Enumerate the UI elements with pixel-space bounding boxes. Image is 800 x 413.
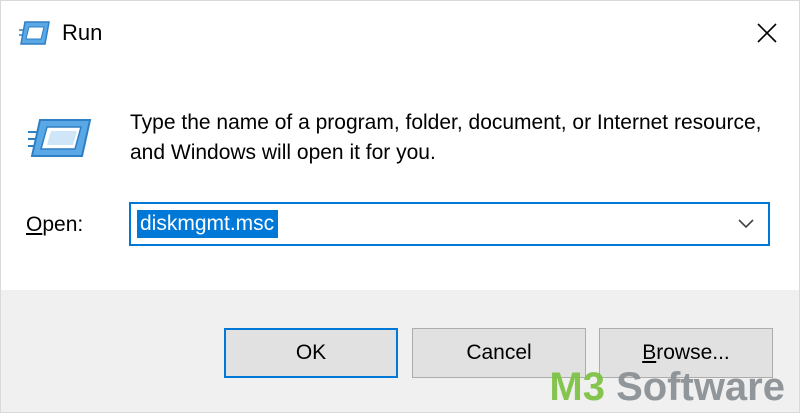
open-label-text: pen:	[42, 213, 84, 236]
instruction-text: Type the name of a program, folder, docu…	[130, 111, 762, 164]
browse-accelerator: B	[642, 341, 657, 364]
chevron-down-icon	[738, 219, 754, 229]
open-label-accelerator: O	[26, 213, 43, 236]
run-icon	[19, 21, 50, 45]
run-icon	[28, 119, 92, 157]
run-dialog: Run Type the name of a program, folder, …	[0, 0, 800, 413]
window-title: Run	[62, 20, 103, 45]
m3-software-watermark: M3 Software	[549, 364, 785, 410]
close-icon	[757, 23, 777, 43]
browse-label: rowse...	[656, 341, 730, 364]
open-combobox[interactable]: diskmgmt.msc	[129, 202, 770, 246]
title-bar: Run	[1, 1, 799, 65]
open-label: Open:	[26, 212, 83, 238]
ok-button[interactable]: OK	[224, 328, 398, 378]
watermark-prefix: M3	[549, 365, 605, 409]
watermark-suffix: Software	[604, 365, 785, 409]
dropdown-button[interactable]	[728, 206, 764, 242]
close-button[interactable]	[733, 1, 799, 65]
open-input-value[interactable]: diskmgmt.msc	[137, 210, 279, 238]
